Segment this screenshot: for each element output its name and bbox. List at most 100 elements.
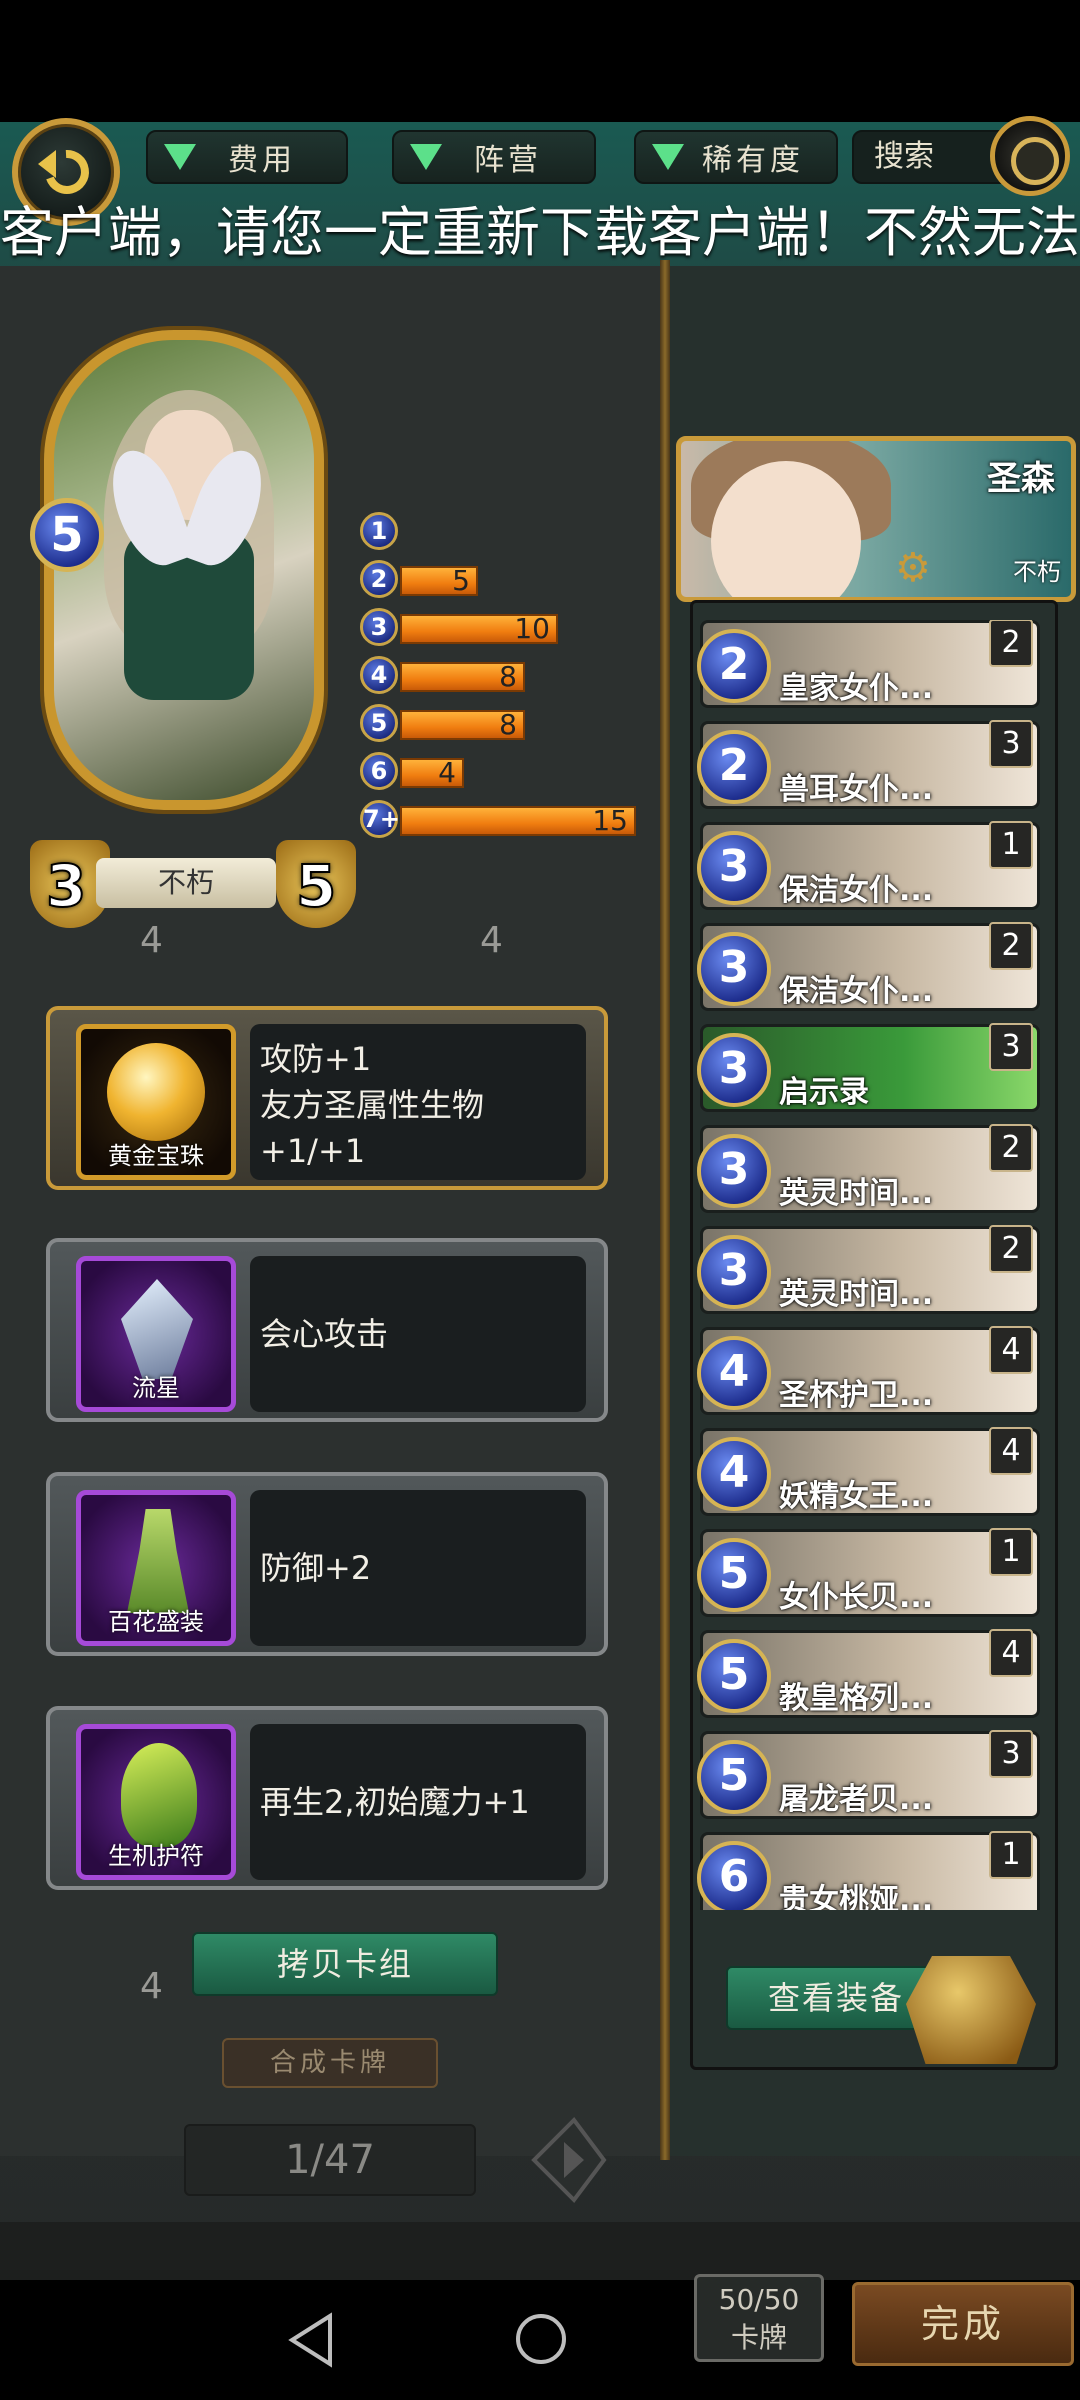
card-cost-gem: 3 bbox=[697, 932, 771, 1006]
card-name: 保洁女仆... bbox=[779, 974, 934, 1009]
dropdown-triangle-icon bbox=[652, 144, 684, 170]
deck-card-item[interactable]: 3 英灵时间... 2 bbox=[697, 1225, 1040, 1314]
mana-curve-row: 58 bbox=[360, 700, 640, 746]
perk-icon-label: 黄金宝珠 bbox=[108, 1142, 204, 1170]
mana-curve-bar: 8 bbox=[400, 710, 525, 740]
dropdown-triangle-icon bbox=[164, 144, 196, 170]
filter-faction-label: 阵营 bbox=[474, 143, 542, 178]
filter-cost-label: 费用 bbox=[228, 143, 296, 178]
announcement-marquee: 客户端，请您一定重新下载客户端！不然无法 bbox=[0, 201, 1080, 264]
card-count-badge: 2 bbox=[989, 1124, 1033, 1172]
card-cost-gem: 5 bbox=[697, 1740, 771, 1814]
card-cost-gem: 2 bbox=[697, 730, 771, 804]
orb-shape bbox=[107, 1043, 205, 1141]
deck-card-item[interactable]: 5 教皇格列... 4 bbox=[697, 1629, 1040, 1718]
hero-attack: 3 bbox=[45, 851, 87, 921]
mana-curve-chart: 1 2 5 3 10 4 8 5 8 6 4 7+ 15 bbox=[360, 508, 640, 844]
perk-description: 防御+2 bbox=[250, 1490, 586, 1646]
filter-rarity-label: 稀有度 bbox=[702, 143, 804, 178]
ghost-number: 4 bbox=[140, 920, 163, 961]
gear-icon[interactable]: ⚙ bbox=[895, 545, 931, 591]
card-count-badge: 3 bbox=[989, 1730, 1033, 1778]
deck-card-list[interactable]: 2 皇家女仆... 2 2 兽耳女仆... 3 3 保洁女仆... 1 3 保洁女仆... 2 3 启示录… bbox=[690, 620, 1060, 1910]
mana-curve-bar: 10 bbox=[400, 614, 558, 644]
card-name: 女仆长贝... bbox=[779, 1580, 934, 1615]
amulet-shape bbox=[121, 1743, 197, 1847]
card-count-badge: 2 bbox=[989, 1225, 1033, 1273]
perk-icon-label: 流星 bbox=[132, 1374, 180, 1402]
card-count-badge: 1 bbox=[989, 1528, 1033, 1576]
perk-card-vitality-amulet[interactable]: 生机护符 再生2,初始魔力+1 bbox=[46, 1706, 608, 1890]
deck-card-item[interactable]: 4 妖精女王... 4 bbox=[697, 1427, 1040, 1516]
card-count-badge: 2 bbox=[989, 922, 1033, 970]
mana-curve-row: 3 10 bbox=[360, 604, 640, 650]
perk-description: 会心攻击 bbox=[250, 1256, 586, 1412]
card-cost-gem: 6 bbox=[697, 1841, 771, 1910]
card-cost-gem: 3 bbox=[697, 1235, 771, 1309]
mana-cost-badge: 3 bbox=[360, 608, 398, 646]
deck-card-item[interactable]: 3 保洁女仆... 1 bbox=[697, 821, 1040, 910]
card-cost-gem: 3 bbox=[697, 1134, 771, 1208]
leader-subtitle: 不朽 bbox=[1013, 558, 1061, 586]
deck-card-item[interactable]: 4 圣杯护卫... 4 bbox=[697, 1326, 1040, 1415]
hero-cost-gem: 5 bbox=[30, 498, 104, 572]
card-count-badge: 1 bbox=[989, 821, 1033, 869]
flower-dress-icon: 百花盛装 bbox=[76, 1490, 236, 1646]
ghost-number: 4 bbox=[140, 1966, 163, 2007]
mana-curve-row: 7+ 15 bbox=[360, 796, 640, 842]
card-name: 屠龙者贝... bbox=[779, 1782, 934, 1817]
ghost-number: 4 bbox=[480, 920, 503, 961]
deck-card-item[interactable]: 5 女仆长贝... 1 bbox=[697, 1528, 1040, 1617]
card-cost-gem: 3 bbox=[697, 831, 771, 905]
filter-faction[interactable]: 阵营 bbox=[392, 130, 596, 184]
mana-cost-badge: 4 bbox=[360, 656, 398, 694]
perk-description: 再生2,初始魔力+1 bbox=[250, 1724, 586, 1880]
hero-card-art[interactable] bbox=[44, 330, 324, 810]
mana-curve-bar: 4 bbox=[400, 758, 464, 788]
filter-rarity[interactable]: 稀有度 bbox=[634, 130, 838, 184]
card-count-badge: 4 bbox=[989, 1326, 1033, 1374]
deck-card-item[interactable]: 6 贵女桃娅... 1 bbox=[697, 1831, 1040, 1910]
nav-home-icon[interactable] bbox=[516, 2314, 566, 2364]
mana-curve-row: 48 bbox=[360, 652, 640, 698]
perk-card-meteor[interactable]: 流星 会心攻击 bbox=[46, 1238, 608, 1422]
card-name: 保洁女仆... bbox=[779, 873, 934, 908]
vitality-amulet-icon: 生机护符 bbox=[76, 1724, 236, 1880]
mana-cost-badge: 6 bbox=[360, 752, 398, 790]
mana-curve-row: 1 bbox=[360, 508, 640, 554]
card-cost-gem: 5 bbox=[697, 1538, 771, 1612]
perk-icon-label: 百花盛装 bbox=[108, 1608, 204, 1636]
deck-size-counter: 50/50 卡牌 bbox=[694, 2274, 824, 2362]
deck-card-item[interactable]: 5 屠龙者贝... 3 bbox=[697, 1730, 1040, 1819]
done-button[interactable]: 完成 bbox=[852, 2282, 1074, 2366]
nav-back-icon[interactable] bbox=[286, 2312, 336, 2368]
card-cost-gem: 2 bbox=[697, 629, 771, 703]
deck-card-item[interactable]: 3 英灵时间... 2 bbox=[697, 1124, 1040, 1213]
card-cost-gem: 4 bbox=[697, 1437, 771, 1511]
search-icon[interactable] bbox=[990, 116, 1070, 196]
dropdown-triangle-icon bbox=[410, 144, 442, 170]
meteor-icon: 流星 bbox=[76, 1256, 236, 1412]
bottom-bar bbox=[0, 2222, 1080, 2280]
perk-card-flower-dress[interactable]: 百花盛装 防御+2 bbox=[46, 1472, 608, 1656]
leader-card[interactable]: ⚙ 圣森 不朽 bbox=[676, 436, 1076, 602]
filter-cost[interactable]: 费用 bbox=[146, 130, 348, 184]
perk-card-golden-orb[interactable]: 黄金宝珠 攻防+1 友方圣属性生物+1/+1 bbox=[46, 1006, 608, 1190]
deck-card-item[interactable]: 2 皇家女仆... 2 bbox=[697, 620, 1040, 708]
copy-deck-button[interactable]: 拷贝卡组 bbox=[192, 1932, 498, 1996]
deck-card-item[interactable]: 2 兽耳女仆... 3 bbox=[697, 720, 1040, 809]
merge-cards-button[interactable]: 合成卡牌 bbox=[222, 2038, 438, 2088]
card-count-badge: 1 bbox=[989, 1831, 1033, 1879]
card-count-badge: 3 bbox=[989, 1023, 1033, 1071]
next-page-arrow-icon[interactable] bbox=[524, 2112, 614, 2208]
perk-icon-label: 生机护符 bbox=[108, 1842, 204, 1870]
mana-cost-badge: 2 bbox=[360, 560, 398, 598]
back-arrow-icon bbox=[38, 149, 89, 194]
deck-size-label: 卡牌 bbox=[730, 2321, 787, 2354]
card-count-badge: 4 bbox=[989, 1427, 1033, 1475]
status-bar bbox=[0, 0, 1080, 122]
deck-card-item[interactable]: 3 保洁女仆... 2 bbox=[697, 922, 1040, 1011]
mana-curve-row: 25 bbox=[360, 556, 640, 602]
deck-card-item[interactable]: 3 启示录 3 bbox=[697, 1023, 1040, 1112]
meteor-shape bbox=[121, 1279, 193, 1379]
